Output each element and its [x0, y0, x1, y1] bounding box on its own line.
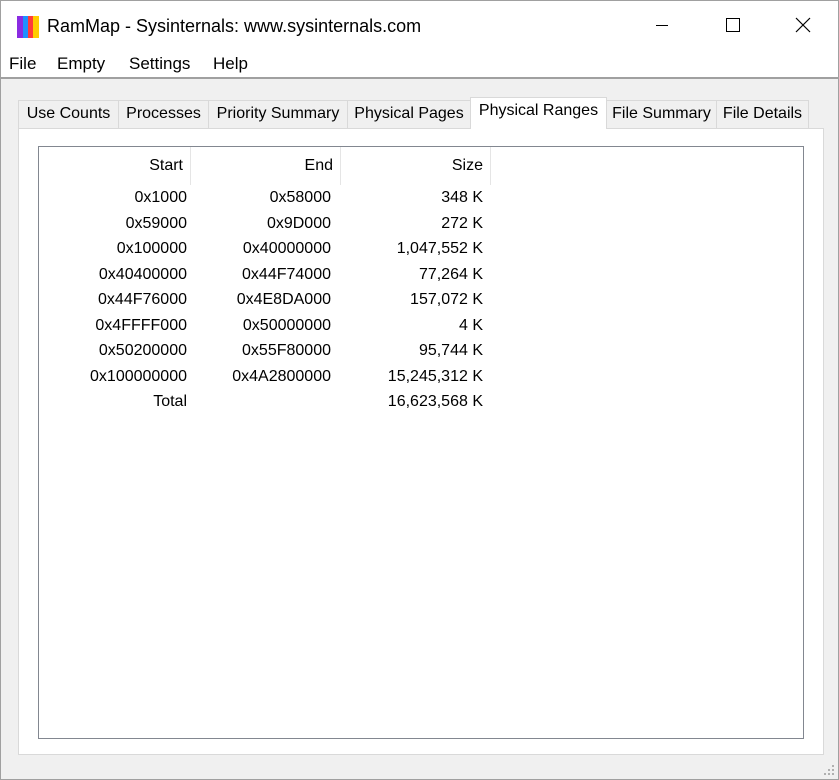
- tab-file-summary[interactable]: File Summary: [606, 100, 717, 128]
- rammap-window: RamMap - Sysinternals: www.sysinternals.…: [0, 0, 839, 780]
- cell-end: 0x58000: [269, 189, 331, 206]
- maximize-button[interactable]: [698, 1, 768, 49]
- cell-start: 0x40400000: [98, 265, 187, 283]
- cell-size: 272 K: [441, 214, 483, 232]
- table-row[interactable]: 0x44F76000 0x4E8DA000 157,072 K: [39, 287, 803, 313]
- physical-ranges-list[interactable]: Start End Size 0x1000 0x58000 348 K 0x59…: [38, 146, 804, 739]
- tab-priority-summary[interactable]: Priority Summary: [208, 100, 348, 128]
- maximize-icon: [726, 18, 740, 32]
- table-row[interactable]: 0x1000 0x58000 348 K: [39, 185, 803, 211]
- close-button[interactable]: [768, 1, 838, 49]
- menu-empty[interactable]: Empty: [57, 53, 105, 75]
- cell-end: 0x4E8DA000: [236, 291, 331, 308]
- cell-size: 16,623,568 K: [387, 393, 483, 410]
- menu-help[interactable]: Help: [213, 53, 248, 75]
- cell-end: 0x9D000: [266, 214, 331, 232]
- menu-settings[interactable]: Settings: [129, 53, 190, 75]
- total-row[interactable]: Total 16,623,568 K: [39, 389, 803, 415]
- close-icon: [795, 17, 811, 33]
- cell-end: 0x55F80000: [242, 342, 331, 359]
- tab-physical-pages[interactable]: Physical Pages: [347, 100, 471, 128]
- title-bar[interactable]: RamMap - Sysinternals: www.sysinternals.…: [1, 1, 838, 49]
- minimize-button[interactable]: [627, 1, 697, 49]
- rammap-icon: [17, 16, 39, 38]
- table-row[interactable]: 0x40400000 0x44F74000 77,264 K: [39, 262, 803, 288]
- table-row[interactable]: 0x100000 0x40000000 1,047,552 K: [39, 236, 803, 262]
- tab-physical-ranges[interactable]: Physical Ranges: [470, 97, 607, 129]
- cell-size: 77,264 K: [418, 265, 483, 283]
- table-body: 0x1000 0x58000 348 K 0x59000 0x9D000 272…: [39, 185, 803, 415]
- table-row[interactable]: 0x50200000 0x55F80000 95,744 K: [39, 338, 803, 364]
- table-row[interactable]: 0x59000 0x9D000 272 K: [39, 211, 803, 237]
- window-title: RamMap - Sysinternals: www.sysinternals.…: [47, 16, 422, 36]
- table-row[interactable]: 0x4FFFF000 0x50000000 4 K: [39, 313, 803, 339]
- column-separator[interactable]: [490, 147, 491, 185]
- cell-start: 0x1000: [134, 189, 188, 206]
- cell-end: 0x40000000: [242, 240, 331, 257]
- cell-end: [191, 389, 331, 414]
- cell-end: 0x44F74000: [242, 265, 331, 283]
- tab-processes[interactable]: Processes: [118, 100, 209, 128]
- cell-start: Total: [153, 393, 187, 410]
- minimize-icon: [656, 25, 668, 26]
- resize-grip-icon[interactable]: [823, 764, 835, 776]
- tab-use-counts[interactable]: Use Counts: [18, 100, 119, 128]
- column-header-start[interactable]: Start: [39, 147, 191, 185]
- cell-start: 0x50200000: [98, 342, 187, 359]
- cell-size: 157,072 K: [410, 291, 483, 308]
- tab-strip: Use Counts Processes Priority Summary Ph…: [1, 97, 839, 129]
- cell-end: 0x4A2800000: [232, 367, 331, 385]
- cell-start: 0x59000: [125, 214, 187, 232]
- cell-start: 0x100000000: [90, 367, 187, 385]
- cell-size: 348 K: [441, 189, 483, 206]
- column-header-end[interactable]: End: [191, 147, 341, 185]
- menu-bar: File Empty Settings Help: [1, 49, 838, 79]
- tab-file-details[interactable]: File Details: [716, 100, 809, 128]
- cell-start: 0x100000: [116, 240, 187, 257]
- table-row[interactable]: 0x100000000 0x4A2800000 15,245,312 K: [39, 364, 803, 390]
- cell-start: 0x44F76000: [98, 291, 187, 308]
- cell-size: 4 K: [458, 316, 483, 334]
- cell-size: 95,744 K: [418, 342, 483, 359]
- column-header-size[interactable]: Size: [341, 147, 491, 185]
- cell-start: 0x4FFFF000: [95, 316, 187, 334]
- cell-end: 0x50000000: [242, 316, 331, 334]
- menu-file[interactable]: File: [9, 53, 36, 75]
- cell-size: 15,245,312 K: [387, 367, 483, 385]
- cell-size: 1,047,552 K: [396, 240, 483, 257]
